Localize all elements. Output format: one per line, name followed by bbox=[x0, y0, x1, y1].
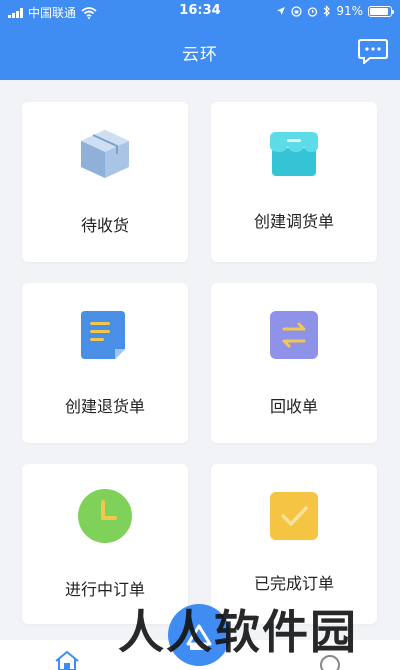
lock-rotation-icon bbox=[291, 5, 302, 17]
message-icon[interactable] bbox=[358, 38, 388, 64]
alarm-icon bbox=[308, 6, 318, 17]
watermark: 人人软件园 bbox=[118, 605, 358, 659]
box-icon bbox=[81, 130, 129, 178]
card-label: 创建退货单 bbox=[64, 397, 145, 416]
card-recycle-order[interactable]: 回收单 bbox=[211, 283, 377, 443]
card-create-return[interactable]: 创建退货单 bbox=[22, 283, 188, 443]
clock-icon bbox=[78, 489, 132, 543]
location-icon bbox=[277, 7, 286, 15]
status-right: 91% bbox=[276, 4, 394, 18]
card-label: 回收单 bbox=[269, 397, 318, 416]
card-label: 已完成订单 bbox=[253, 574, 334, 593]
card-label: 待收货 bbox=[80, 216, 129, 235]
exchange-icon bbox=[270, 311, 318, 359]
battery-icon bbox=[368, 5, 394, 17]
home-icon[interactable] bbox=[54, 650, 80, 670]
page-title: 云环 bbox=[182, 45, 218, 65]
check-icon bbox=[270, 492, 318, 540]
app-header: 中国联通 16:34 91% 云环 bbox=[0, 0, 400, 80]
card-label: 创建调货单 bbox=[253, 212, 334, 231]
status-bar: 中国联通 16:34 91% bbox=[0, 0, 400, 24]
bluetooth-icon bbox=[323, 5, 331, 17]
battery-percent: 91% bbox=[336, 4, 363, 18]
card-create-transfer[interactable]: 创建调货单 bbox=[211, 102, 377, 262]
document-icon bbox=[81, 311, 125, 359]
card-pending-receipt[interactable]: 待收货 bbox=[22, 102, 188, 262]
store-icon bbox=[270, 132, 318, 176]
